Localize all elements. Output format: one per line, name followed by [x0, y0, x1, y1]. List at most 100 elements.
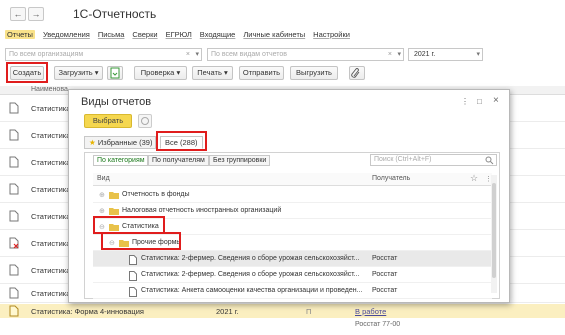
tree-row-label: Отчетность в фонды [122, 191, 190, 198]
check-button[interactable]: Проверка ▾ [134, 66, 187, 80]
tree-row[interactable]: Статистика: Анкета самооценки качества о… [93, 283, 492, 299]
document-icon [9, 287, 19, 299]
tree-row-recipient: Росстат [372, 271, 398, 278]
row-report-name: Статистика: Форма 4-инновация [31, 307, 144, 316]
clear-icon[interactable]: × [388, 49, 392, 60]
menu-personal-accounts[interactable]: Личные кабинеты [243, 30, 305, 39]
group-by-category[interactable]: По категориям [93, 155, 148, 166]
column-recipient-header: Получатель [372, 175, 411, 182]
document-icon [9, 156, 19, 168]
app-title: 1С-Отчетность [73, 7, 157, 21]
column-kind-header: Вид [97, 175, 110, 182]
load-button[interactable]: Загрузить ▾ [54, 66, 103, 80]
more-icon[interactable]: ⋮ [461, 97, 469, 106]
document-icon [9, 183, 19, 195]
tree-row-label: Статистика: 2-фермер. Сведения о сборе у… [141, 255, 360, 262]
document-icon [9, 210, 19, 222]
load-button-label: Загрузить [58, 68, 93, 77]
forward-button[interactable]: → [28, 7, 44, 21]
chevron-down-icon: ▾ [94, 68, 99, 77]
scrollbar-thumb[interactable] [492, 183, 496, 278]
row-status-link[interactable]: В работе [355, 307, 386, 316]
tree-row-recipient: Росстат [372, 255, 398, 262]
star-icon: ★ [89, 138, 96, 147]
document-icon [129, 255, 137, 265]
organization-filter-value: По всем организациям [9, 51, 84, 58]
scrollbar[interactable] [491, 175, 497, 293]
row-period: 2021 г. [216, 307, 239, 316]
highlight-frame [156, 131, 207, 151]
tree-header: Вид Получатель ☆ ⋮ [93, 173, 492, 186]
export-icon-button[interactable] [107, 66, 123, 80]
document-icon [9, 102, 19, 114]
search-icon [485, 156, 494, 165]
tab-favorites[interactable]: ★ Избранные (39) [84, 136, 156, 149]
tree-row[interactable]: Статистика: 2-фермер. Сведения о сборе у… [93, 267, 492, 283]
search-placeholder: Поиск (Ctrl+Alt+F) [374, 156, 432, 163]
menu-reconciliations[interactable]: Сверки [132, 30, 157, 39]
expand-icon[interactable]: ⊕ [99, 191, 105, 199]
organization-filter[interactable]: По всем организациям × ▾ [5, 48, 202, 61]
tree-row-label: Статистика: Анкета самооценки качества о… [141, 287, 363, 294]
expand-icon[interactable]: ⊕ [99, 207, 105, 215]
paperclip-icon [351, 68, 360, 78]
folder-icon [109, 192, 119, 199]
column-name-header: Наименова [31, 86, 68, 93]
tab-favorites-label: Избранные (39) [97, 138, 153, 147]
menu-settings[interactable]: Настройки [313, 30, 350, 39]
year-filter-value: 2021 г. [414, 51, 436, 58]
circle-icon [141, 117, 149, 125]
chevron-down-icon[interactable]: ▾ [397, 49, 401, 60]
add-to-favorites-button[interactable] [138, 114, 152, 128]
chevron-down-icon: ▾ [176, 68, 181, 77]
clear-icon[interactable]: × [186, 49, 190, 60]
save-green-icon [110, 67, 120, 79]
search-input[interactable]: Поиск (Ctrl+Alt+F) [370, 154, 497, 166]
folder-icon [109, 208, 119, 215]
highlight-frame [6, 62, 48, 83]
document-icon [9, 129, 19, 141]
check-button-label: Проверка [140, 68, 175, 77]
row-flag: П [306, 307, 312, 316]
report-type-filter-value: По всем видам отчетов [211, 51, 288, 58]
document-icon [129, 271, 137, 281]
report-type-filter[interactable]: По всем видам отчетов × ▾ [207, 48, 404, 61]
selected-list-row[interactable]: Статистика: Форма 4-инновация 2021 г. П … [0, 304, 565, 318]
chevron-down-icon: ▾ [223, 68, 228, 77]
menu-letters[interactable]: Письма [98, 30, 125, 39]
document-icon [9, 305, 19, 317]
tree-row-label: Налоговая отчетность иностранных организ… [122, 207, 282, 214]
back-button[interactable]: ← [10, 7, 26, 21]
document-icon [9, 264, 19, 276]
document-icon [129, 287, 137, 297]
report-types-dialog: Виды отчетов ⋮ □ × Выбрать ★ Избранные (… [68, 89, 510, 303]
tree-row-label: Статистика: 2-фермер. Сведения о сборе у… [141, 271, 360, 278]
menu-reports[interactable]: Отчеты [5, 30, 35, 39]
menu-egrul[interactable]: ЕГРЮЛ [166, 30, 192, 39]
tree-row-recipient: Росстат [372, 287, 398, 294]
select-button[interactable]: Выбрать [84, 114, 132, 128]
highlight-frame [101, 232, 181, 250]
print-button-label: Печать [197, 68, 222, 77]
restore-icon[interactable]: □ [477, 97, 482, 106]
unload-button[interactable]: Выгрузить [290, 66, 338, 80]
send-button[interactable]: Отправить [239, 66, 284, 80]
tree-row[interactable]: ⊕ Отчетность в фонды [93, 187, 492, 203]
print-button[interactable]: Печать ▾ [192, 66, 233, 80]
star-outline-icon[interactable]: ☆ [470, 173, 478, 184]
report-types-panel: По категориям По получателям Без группир… [84, 152, 500, 299]
no-grouping[interactable]: Без группировки [209, 155, 270, 166]
row-recipient: Росстат 77-00 [355, 321, 401, 328]
year-filter[interactable]: 2021 г. ▾ [408, 48, 483, 61]
tree-row[interactable]: Статистика: 2-фермер. Сведения о сборе у… [93, 251, 492, 267]
menu-notifications[interactable]: Уведомления [43, 30, 90, 39]
chevron-down-icon[interactable]: ▾ [195, 49, 199, 60]
attach-button[interactable] [349, 66, 365, 80]
chevron-down-icon[interactable]: ▾ [476, 49, 480, 60]
menu-incoming[interactable]: Входящие [200, 30, 236, 39]
main-menu: Отчеты Уведомления Письма Сверки ЕГРЮЛ В… [5, 29, 358, 40]
close-icon[interactable]: × [493, 95, 499, 106]
group-by-recipient[interactable]: По получателям [148, 155, 209, 166]
dialog-title: Виды отчетов [81, 96, 152, 108]
document-error-icon [9, 237, 19, 249]
